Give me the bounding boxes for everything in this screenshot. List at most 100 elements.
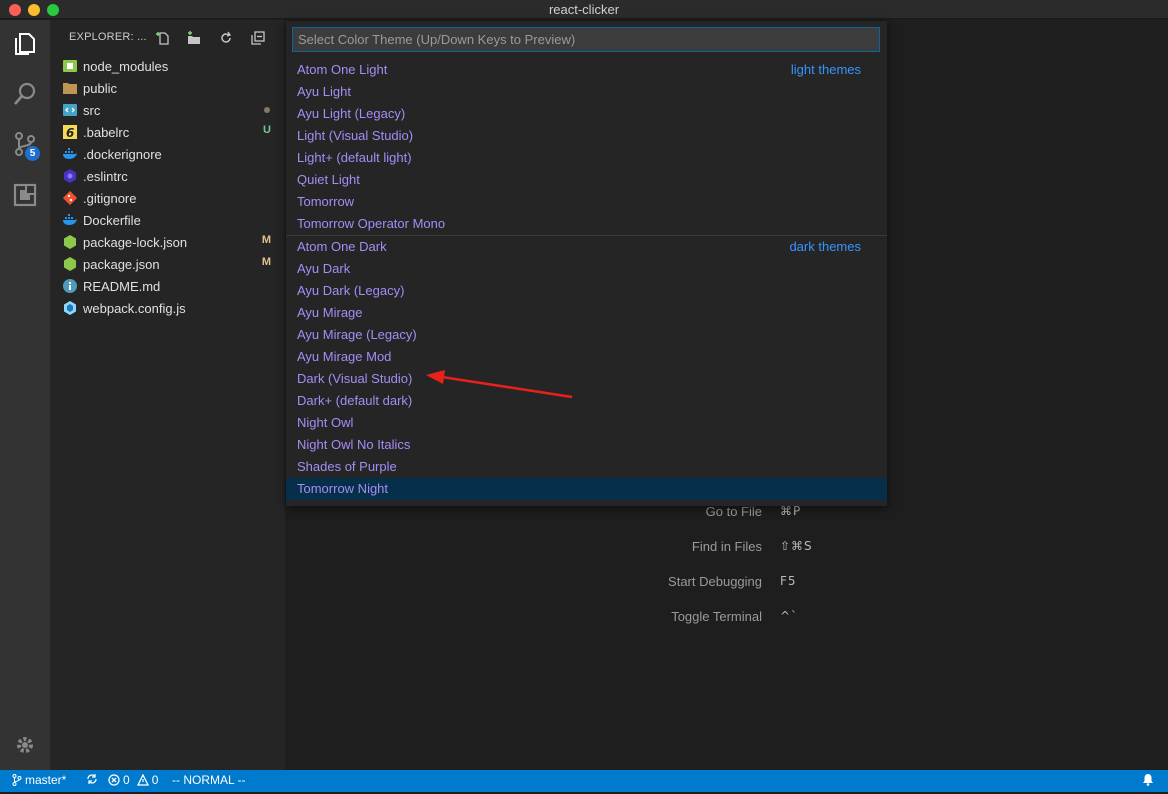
info-icon — [62, 278, 78, 294]
docker-icon — [62, 146, 78, 162]
shortcut-label: Start Debugging — [668, 574, 762, 589]
theme-option-label: Ayu Mirage — [297, 305, 363, 320]
vim-mode: -- NORMAL -- — [172, 773, 246, 787]
theme-option[interactable]: Tomorrow Operator Mono — [286, 213, 887, 235]
shortcut-row: Start Debugging F5 — [285, 574, 1168, 594]
error-count: 0 — [123, 773, 130, 787]
theme-option[interactable]: Ayu Mirage (Legacy) — [286, 324, 887, 346]
gear-icon[interactable] — [0, 725, 50, 765]
sync-icon[interactable] — [86, 773, 98, 785]
shortcut-row: Find in Files ⇧⌘S — [285, 539, 1168, 559]
theme-group-label: light themes — [790, 62, 861, 77]
docker-icon — [62, 212, 78, 228]
theme-option-label: Light+ (default light) — [297, 150, 412, 165]
theme-option-label: Tomorrow Operator Mono — [297, 216, 446, 231]
theme-option-label: Ayu Light — [297, 84, 351, 99]
theme-option-label: Ayu Dark (Legacy) — [297, 283, 405, 298]
extensions-icon[interactable] — [0, 175, 50, 215]
status-bar: master* 0 0 -- NORMAL -- — [0, 770, 1168, 792]
bell-icon[interactable] — [1142, 773, 1154, 786]
theme-option[interactable]: Atom One Dark dark themes — [286, 235, 887, 258]
theme-search-input[interactable] — [292, 27, 880, 52]
theme-list: Atom One Light light themes Ayu Light Ayu L… — [286, 59, 887, 500]
theme-option-label: Atom One Light — [297, 62, 388, 77]
file-item[interactable]: Dockerfile — [50, 209, 285, 231]
file-item[interactable]: webpack.config.js — [50, 297, 285, 319]
theme-option[interactable]: Light+ (default light) — [286, 147, 887, 169]
shortcut-keys: ⌘P — [780, 504, 802, 518]
theme-option-label: Atom One Dark — [297, 239, 387, 254]
branch-indicator[interactable]: master* — [12, 773, 66, 787]
shortcut-label: Go to File — [705, 504, 762, 519]
branch-icon — [12, 774, 22, 786]
file-name: package-lock.json — [83, 234, 188, 250]
theme-option-label: Ayu Light (Legacy) — [297, 106, 406, 121]
file-name: .gitignore — [83, 190, 137, 206]
theme-option[interactable]: Dark (Visual Studio) — [286, 368, 887, 390]
theme-option-label: Night Owl — [297, 415, 354, 430]
folder-icon — [62, 80, 78, 96]
babel-icon: 6 — [62, 124, 78, 140]
theme-option[interactable]: Ayu Light — [286, 81, 887, 103]
theme-option-label: Dark (Visual Studio) — [297, 371, 413, 386]
shortcut-row: Go to File ⌘P — [285, 504, 1168, 524]
file-name: public — [83, 80, 117, 96]
problems-indicator[interactable]: 0 0 — [108, 773, 158, 787]
shortcut-keys: ⇧⌘S — [780, 539, 813, 553]
shortcut-label: Toggle Terminal — [671, 609, 762, 624]
new-folder-icon[interactable] — [186, 30, 202, 46]
theme-option[interactable]: Shades of Purple — [286, 456, 887, 478]
file-tree: node_modulespublic src 6 .babelrc U .dockerig… — [50, 55, 285, 319]
shortcut-keys: F5 — [780, 574, 797, 588]
search-icon[interactable] — [0, 74, 50, 114]
shortcut-label: Find in Files — [691, 539, 762, 554]
shortcut-row: Toggle Terminal ^` — [285, 609, 1168, 629]
file-name: webpack.config.js — [83, 300, 186, 316]
refresh-icon[interactable] — [218, 30, 234, 46]
file-name: .eslintrc — [83, 168, 128, 184]
file-item[interactable]: public — [50, 77, 285, 99]
collapse-all-icon[interactable] — [250, 30, 266, 46]
theme-option[interactable]: Light (Visual Studio) — [286, 125, 887, 147]
theme-option[interactable]: Dark+ (default dark) — [286, 390, 887, 412]
theme-option[interactable]: Quiet Light — [286, 169, 887, 191]
file-name: node_modules — [83, 58, 169, 74]
file-item[interactable]: node_modules — [50, 55, 285, 77]
theme-option-label: Ayu Dark — [297, 261, 351, 276]
theme-option[interactable]: Tomorrow Night — [286, 478, 887, 500]
theme-option[interactable]: Ayu Mirage Mod — [286, 346, 887, 368]
theme-option-label: Tomorrow — [297, 194, 355, 209]
theme-option[interactable]: Atom One Light light themes — [286, 59, 887, 81]
git-icon — [62, 190, 78, 206]
theme-option-label: Dark+ (default dark) — [297, 393, 413, 408]
file-item[interactable]: README.md — [50, 275, 285, 297]
modified-dot — [264, 107, 270, 113]
file-item[interactable]: package-lock.json M — [50, 231, 285, 253]
theme-option[interactable]: Night Owl — [286, 412, 887, 434]
theme-option-label: Ayu Mirage (Legacy) — [297, 327, 417, 342]
theme-option[interactable]: Night Owl No Italics — [286, 434, 887, 456]
file-item[interactable]: .eslintrc — [50, 165, 285, 187]
explorer-header: EXPLORER: ... — [69, 31, 147, 43]
file-item[interactable]: .gitignore — [50, 187, 285, 209]
file-item[interactable]: src — [50, 99, 285, 121]
theme-option[interactable]: Ayu Dark (Legacy) — [286, 280, 887, 302]
theme-option-label: Night Owl No Italics — [297, 437, 411, 452]
theme-option-label: Light (Visual Studio) — [297, 128, 414, 143]
file-name: Dockerfile — [83, 212, 141, 228]
new-file-icon[interactable] — [155, 30, 171, 46]
file-item[interactable]: .dockerignore — [50, 143, 285, 165]
file-item[interactable]: package.json M — [50, 253, 285, 275]
theme-option[interactable]: Ayu Dark — [286, 258, 887, 280]
theme-option-label: Ayu Mirage Mod — [297, 349, 392, 364]
theme-option[interactable]: Ayu Light (Legacy) — [286, 103, 887, 125]
theme-group-label: dark themes — [789, 239, 861, 254]
git-status-badge: M — [261, 234, 271, 246]
git-status-badge: M — [261, 256, 271, 268]
theme-option[interactable]: Tomorrow — [286, 191, 887, 213]
file-name: package.json — [83, 256, 160, 272]
theme-option[interactable]: Ayu Mirage — [286, 302, 887, 324]
source-control-icon[interactable] — [0, 124, 50, 164]
explorer-icon[interactable] — [0, 24, 50, 64]
file-item[interactable]: 6 .babelrc U — [50, 121, 285, 143]
